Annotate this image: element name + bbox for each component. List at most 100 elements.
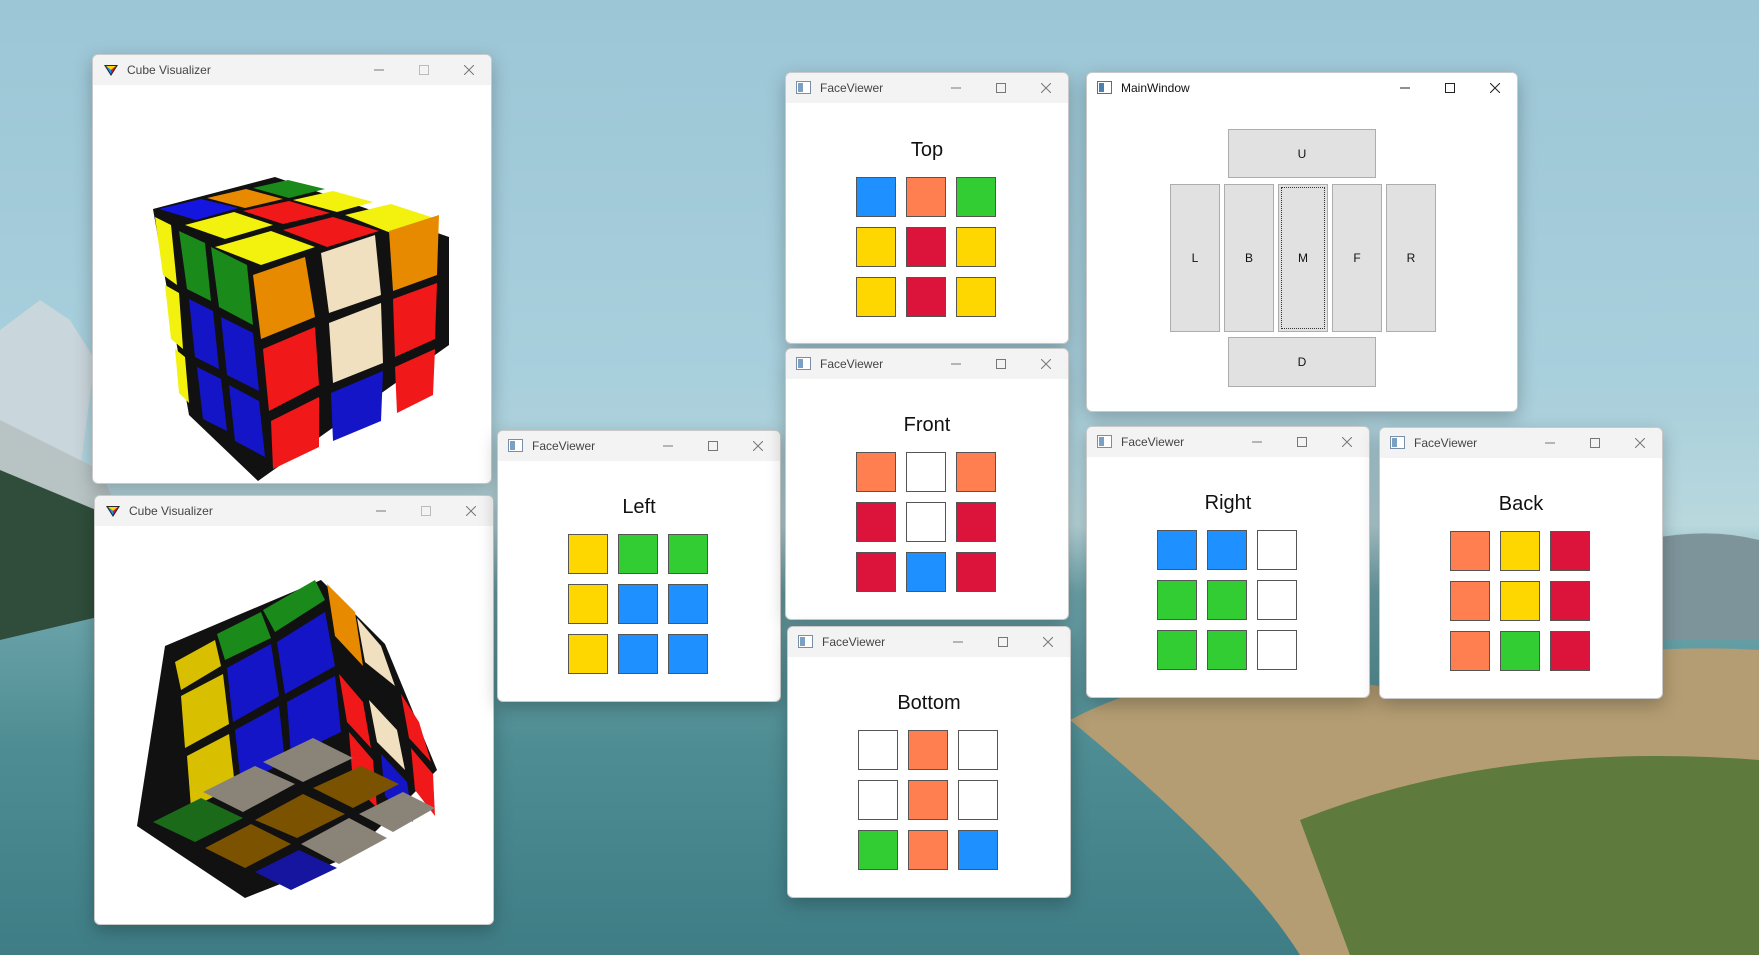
maximize-button[interactable] xyxy=(1427,73,1472,103)
cube-3d-view[interactable] xyxy=(95,526,493,924)
minimize-button[interactable] xyxy=(358,496,403,526)
maximize-button[interactable] xyxy=(980,627,1025,657)
cube-visualizer-window-2: Cube Visualizer xyxy=(94,495,494,925)
window-title: FaceViewer xyxy=(1121,435,1185,449)
main-window: MainWindow U L B M F R D xyxy=(1086,72,1518,412)
sticker-blue xyxy=(618,634,658,674)
sticker-white xyxy=(1257,630,1297,670)
window-title: FaceViewer xyxy=(822,635,886,649)
sticker-orange xyxy=(856,452,896,492)
window-title: FaceViewer xyxy=(1414,436,1478,450)
maximize-button[interactable] xyxy=(401,55,446,85)
sticker-red xyxy=(956,502,996,542)
sticker-blue xyxy=(856,177,896,217)
sticker-yellow xyxy=(568,584,608,624)
sticker-green xyxy=(1500,631,1540,671)
faceviewer-window-back: FaceViewer Back xyxy=(1379,427,1663,699)
maximize-button[interactable] xyxy=(403,496,448,526)
sticker-white xyxy=(858,780,898,820)
sticker-yellow xyxy=(1500,531,1540,571)
close-button[interactable] xyxy=(1023,349,1068,379)
window-title: Cube Visualizer xyxy=(129,504,213,518)
minimize-button[interactable] xyxy=(933,349,978,379)
rotate-b-button[interactable]: B xyxy=(1224,184,1274,332)
sticker-blue xyxy=(618,584,658,624)
maximize-button[interactable] xyxy=(1279,427,1324,457)
title-bar[interactable]: FaceViewer xyxy=(786,73,1068,103)
rotate-m-button[interactable]: M xyxy=(1278,184,1328,332)
window-app-icon xyxy=(1097,81,1112,94)
face-title: Right xyxy=(1204,492,1252,514)
rotate-u-button[interactable]: U xyxy=(1228,129,1376,178)
face-title: Top xyxy=(910,139,944,161)
sticker-yellow xyxy=(956,277,996,317)
sticker-red xyxy=(856,552,896,592)
sticker-blue xyxy=(1207,530,1247,570)
title-bar[interactable]: Cube Visualizer xyxy=(93,55,491,85)
sticker-white xyxy=(1257,580,1297,620)
minimize-button[interactable] xyxy=(1382,73,1427,103)
close-button[interactable] xyxy=(1617,428,1662,458)
sticker-yellow xyxy=(956,227,996,267)
window-app-icon xyxy=(508,439,523,452)
sticker-yellow xyxy=(568,634,608,674)
sticker-orange xyxy=(956,452,996,492)
maximize-button[interactable] xyxy=(978,349,1023,379)
faceviewer-window-right: FaceViewer Right xyxy=(1086,426,1370,698)
maximize-button[interactable] xyxy=(1572,428,1617,458)
sticker-grid xyxy=(568,534,708,674)
title-bar[interactable]: FaceViewer xyxy=(1087,427,1369,457)
sticker-yellow xyxy=(856,227,896,267)
minimize-button[interactable] xyxy=(645,431,690,461)
sticker-blue xyxy=(668,634,708,674)
title-bar[interactable]: FaceViewer xyxy=(788,627,1070,657)
close-button[interactable] xyxy=(448,496,493,526)
cube-app-icon xyxy=(104,65,118,76)
rotate-d-button[interactable]: D xyxy=(1228,337,1376,387)
close-button[interactable] xyxy=(1023,73,1068,103)
sticker-orange xyxy=(908,830,948,870)
minimize-button[interactable] xyxy=(356,55,401,85)
minimize-button[interactable] xyxy=(935,627,980,657)
rotate-r-button[interactable]: R xyxy=(1386,184,1436,332)
sticker-blue xyxy=(958,830,998,870)
sticker-blue xyxy=(906,552,946,592)
cube-visualizer-window-1: Cube Visualizer xyxy=(92,54,492,484)
sticker-white xyxy=(858,730,898,770)
close-button[interactable] xyxy=(1025,627,1070,657)
minimize-button[interactable] xyxy=(933,73,978,103)
window-title: FaceViewer xyxy=(820,357,884,371)
close-button[interactable] xyxy=(1324,427,1369,457)
title-bar[interactable]: MainWindow xyxy=(1087,73,1517,103)
maximize-button[interactable] xyxy=(690,431,735,461)
window-app-icon xyxy=(798,635,813,648)
sticker-orange xyxy=(908,730,948,770)
window-app-icon xyxy=(1390,436,1405,449)
sticker-red xyxy=(906,227,946,267)
cube-3d-view[interactable] xyxy=(93,85,491,483)
minimize-button[interactable] xyxy=(1527,428,1572,458)
title-bar[interactable]: FaceViewer xyxy=(1380,428,1662,458)
close-button[interactable] xyxy=(446,55,491,85)
sticker-grid xyxy=(1157,530,1297,670)
sticker-orange xyxy=(1450,581,1490,621)
sticker-yellow xyxy=(1500,581,1540,621)
close-button[interactable] xyxy=(735,431,780,461)
title-bar[interactable]: FaceViewer xyxy=(786,349,1068,379)
rotate-l-button[interactable]: L xyxy=(1170,184,1220,332)
sticker-red xyxy=(856,502,896,542)
face-title: Back xyxy=(1498,493,1544,515)
maximize-button[interactable] xyxy=(978,73,1023,103)
close-button[interactable] xyxy=(1472,73,1517,103)
rotate-f-button[interactable]: F xyxy=(1332,184,1382,332)
sticker-white xyxy=(906,502,946,542)
sticker-yellow xyxy=(856,277,896,317)
title-bar[interactable]: Cube Visualizer xyxy=(95,496,493,526)
window-app-icon xyxy=(1097,435,1112,448)
sticker-white xyxy=(906,452,946,492)
title-bar[interactable]: FaceViewer xyxy=(498,431,780,461)
sticker-blue xyxy=(1157,530,1197,570)
minimize-button[interactable] xyxy=(1234,427,1279,457)
sticker-orange xyxy=(1450,631,1490,671)
sticker-white xyxy=(958,730,998,770)
